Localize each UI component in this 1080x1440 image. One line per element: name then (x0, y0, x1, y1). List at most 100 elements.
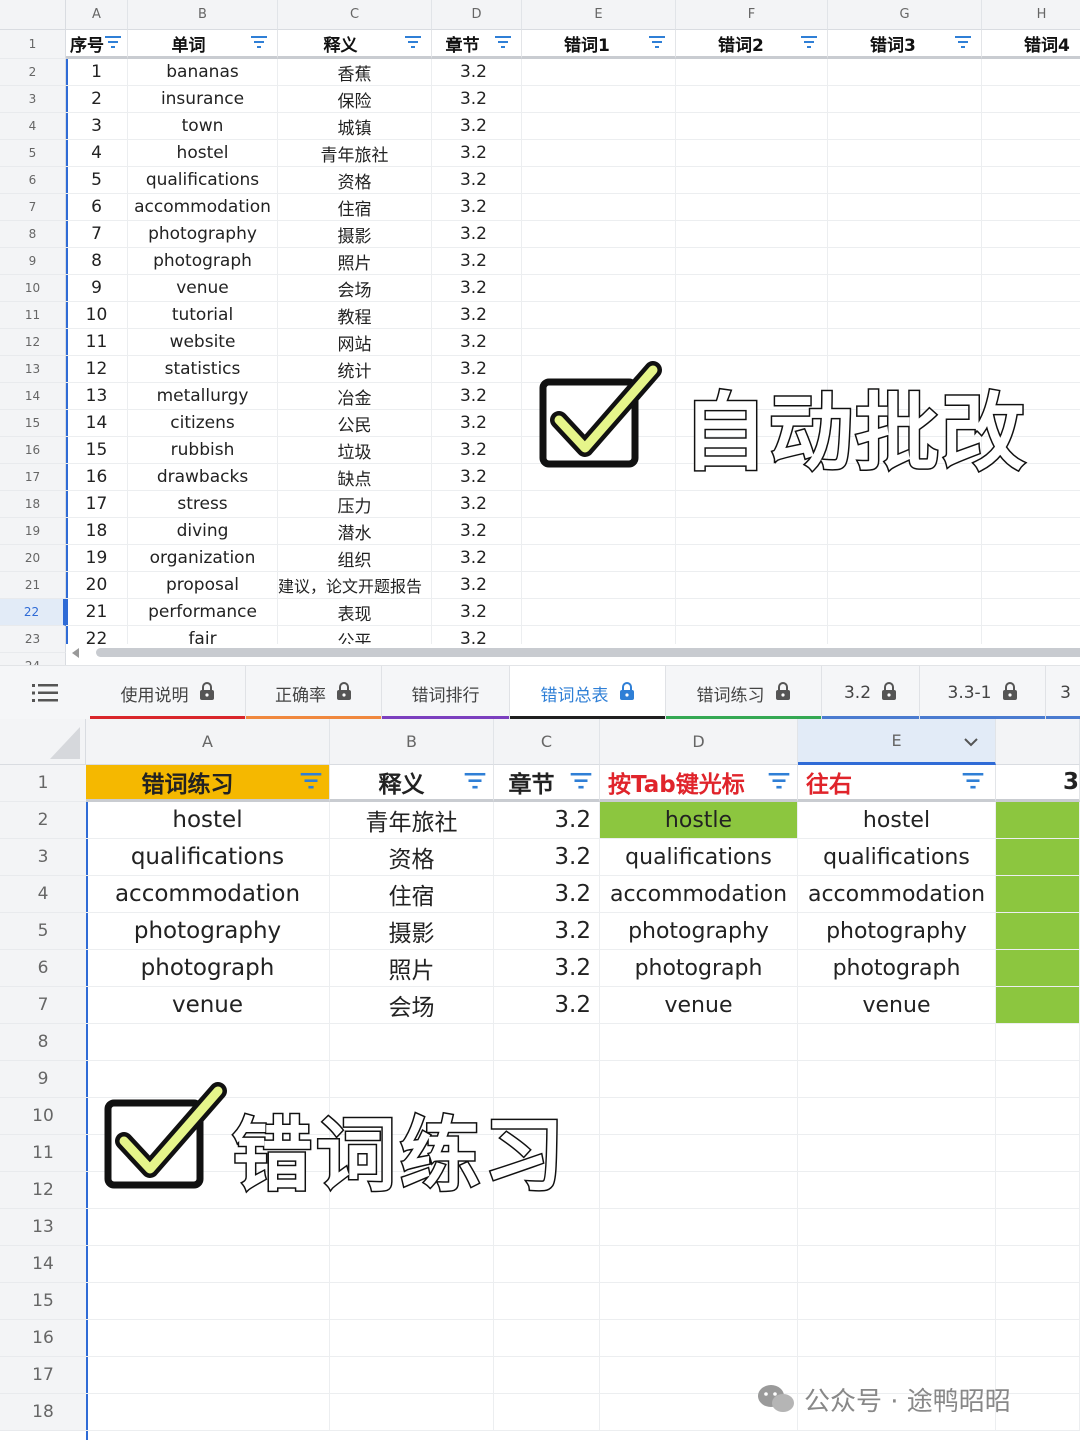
empty-cell[interactable] (676, 572, 828, 599)
table-cell[interactable]: 垃圾 (278, 437, 432, 464)
row-header[interactable]: 17 (0, 464, 66, 491)
row-header[interactable]: 9 (0, 1061, 86, 1098)
table-cell[interactable]: qualifications (128, 167, 278, 194)
row-header[interactable]: 8 (0, 221, 66, 248)
sheet-tab[interactable]: 错词总表 (510, 666, 666, 720)
header-cell-b[interactable]: 释义 (330, 765, 494, 802)
row-header[interactable]: 8 (0, 1024, 86, 1061)
filter-icon[interactable] (105, 36, 121, 50)
table-cell[interactable]: venue (600, 987, 798, 1024)
table-cell[interactable]: 3.2 (432, 599, 522, 626)
chevron-down-icon[interactable] (963, 733, 979, 752)
row-header[interactable]: 4 (0, 113, 66, 140)
column-header-b[interactable]: B (330, 719, 494, 765)
table-cell[interactable]: town (128, 113, 278, 140)
table-cell[interactable]: 14 (66, 410, 128, 437)
empty-cell[interactable] (982, 572, 1080, 599)
table-cell[interactable]: hostel (128, 140, 278, 167)
table-cell[interactable]: stress (128, 491, 278, 518)
empty-cell[interactable] (600, 1172, 798, 1209)
filter-icon[interactable] (300, 772, 322, 791)
table-cell[interactable]: 城镇 (278, 113, 432, 140)
empty-cell[interactable] (828, 221, 982, 248)
sheet-tab[interactable]: 3.3-1 (920, 666, 1046, 720)
header-cell-f[interactable]: 3 (996, 765, 1080, 802)
table-cell[interactable]: 公民 (278, 410, 432, 437)
table-cell[interactable]: 3.2 (432, 572, 522, 599)
table-cell[interactable]: 3.2 (432, 491, 522, 518)
table-cell[interactable]: photograph (128, 248, 278, 275)
empty-cell[interactable] (828, 491, 982, 518)
empty-cell[interactable] (676, 275, 828, 302)
table-cell[interactable]: 3.2 (432, 248, 522, 275)
empty-cell[interactable] (676, 599, 828, 626)
empty-cell[interactable] (798, 1283, 996, 1320)
table-cell[interactable]: 组织 (278, 545, 432, 572)
table-cell[interactable]: venue (798, 987, 996, 1024)
column-header-e[interactable]: E (522, 0, 676, 30)
table-cell[interactable]: hostel (798, 802, 996, 839)
empty-cell[interactable] (996, 1283, 1080, 1320)
empty-cell[interactable] (86, 1357, 330, 1394)
table-cell[interactable]: hostle (600, 802, 798, 839)
empty-cell[interactable] (676, 248, 828, 275)
column-header-h[interactable]: H (982, 0, 1080, 30)
empty-cell[interactable] (676, 113, 828, 140)
row-header[interactable]: 6 (0, 167, 66, 194)
table-cell[interactable]: qualifications (600, 839, 798, 876)
table-cell[interactable]: accommodation (86, 876, 330, 913)
empty-cell[interactable] (522, 572, 676, 599)
header-cell-g[interactable]: 错词3 (828, 30, 982, 59)
result-cell[interactable] (996, 913, 1080, 950)
empty-cell[interactable] (676, 140, 828, 167)
empty-cell[interactable] (330, 1394, 494, 1431)
filter-icon[interactable] (768, 772, 790, 791)
empty-cell[interactable] (522, 140, 676, 167)
empty-cell[interactable] (522, 221, 676, 248)
empty-cell[interactable] (600, 1320, 798, 1357)
table-cell[interactable]: website (128, 329, 278, 356)
empty-cell[interactable] (798, 1024, 996, 1061)
table-cell[interactable]: 3.2 (432, 113, 522, 140)
row-header[interactable]: 3 (0, 839, 86, 876)
table-cell[interactable]: 建议，论文开题报告 (278, 572, 432, 599)
table-cell[interactable]: 3.2 (432, 86, 522, 113)
table-cell[interactable]: 3.2 (432, 329, 522, 356)
row-header[interactable]: 10 (0, 1098, 86, 1135)
empty-cell[interactable] (982, 140, 1080, 167)
row-header[interactable]: 14 (0, 1246, 86, 1283)
empty-cell[interactable] (522, 545, 676, 572)
empty-cell[interactable] (676, 167, 828, 194)
table-cell[interactable]: 2 (66, 86, 128, 113)
table-cell[interactable]: 6 (66, 194, 128, 221)
table-cell[interactable]: 资格 (278, 167, 432, 194)
empty-cell[interactable] (522, 329, 676, 356)
table-cell[interactable]: accommodation (798, 876, 996, 913)
empty-cell[interactable] (798, 1061, 996, 1098)
table-cell[interactable]: 7 (66, 221, 128, 248)
header-cell-e[interactable]: 往右 (798, 765, 996, 802)
table-cell[interactable]: 11 (66, 329, 128, 356)
empty-cell[interactable] (86, 1283, 330, 1320)
header-cell-c[interactable]: 释义 (278, 30, 432, 59)
row-header[interactable]: 23 (0, 626, 66, 653)
empty-cell[interactable] (982, 167, 1080, 194)
table-cell[interactable]: 21 (66, 599, 128, 626)
result-cell[interactable] (996, 839, 1080, 876)
column-header-a[interactable]: A (86, 719, 330, 765)
header-cell-h[interactable]: 错词4 (982, 30, 1080, 59)
table-cell[interactable]: 照片 (278, 248, 432, 275)
empty-cell[interactable] (86, 1394, 330, 1431)
table-cell[interactable]: photograph (600, 950, 798, 987)
empty-cell[interactable] (522, 194, 676, 221)
empty-cell[interactable] (522, 248, 676, 275)
row-header[interactable]: 17 (0, 1357, 86, 1394)
table-cell[interactable]: 3.2 (432, 140, 522, 167)
table-cell[interactable]: 会场 (330, 987, 494, 1024)
header-cell-a[interactable]: 错词练习 (86, 765, 330, 802)
empty-cell[interactable] (982, 275, 1080, 302)
table-cell[interactable]: 缺点 (278, 464, 432, 491)
row-header[interactable]: 2 (0, 802, 86, 839)
table-cell[interactable]: 3.2 (494, 987, 600, 1024)
header-cell-b[interactable]: 单词 (128, 30, 278, 59)
